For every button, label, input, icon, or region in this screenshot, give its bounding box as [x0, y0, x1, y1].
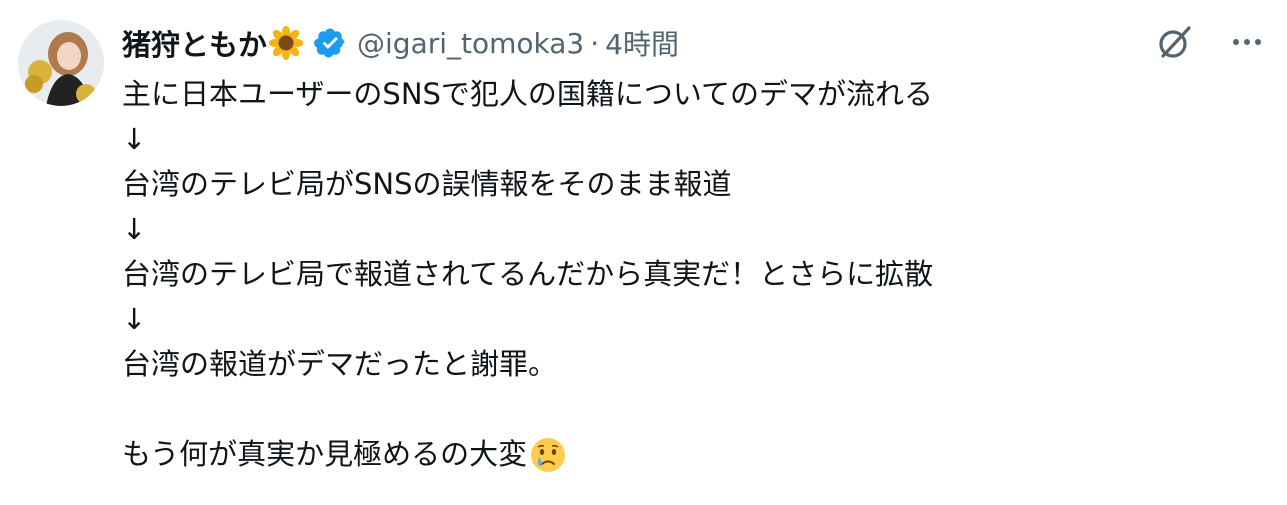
tweet-line: もう何が真実か見極めるの大変 — [122, 437, 528, 471]
tweet-line: ↓ — [122, 302, 147, 336]
post-time[interactable]: 4時間 — [605, 23, 679, 63]
crying-face-icon — [529, 436, 567, 474]
display-name[interactable]: 猪狩ともか — [122, 22, 267, 64]
tweet-line: 台湾のテレビ局がSNSの誤情報をそのまま報道 — [122, 167, 732, 201]
tweet-line: 台湾の報道がデマだったと謝罪。 — [122, 347, 558, 381]
tweet-line: 主に日本ユーザーのSNSで犯人の国籍についてのデマが流れる — [122, 77, 934, 111]
header-separator: · — [590, 26, 600, 60]
user-handle[interactable]: @igari_tomoka3 — [357, 27, 584, 60]
tweet-last-line: もう何が真実か見極めるの大変 — [122, 432, 1242, 477]
header-actions — [1155, 22, 1265, 62]
tweet-text: 主に日本ユーザーのSNSで犯人の国籍についてのデマが流れる ↓ 台湾のテレビ局が… — [122, 72, 1242, 477]
tweet-line: ↓ — [122, 212, 147, 246]
verified-badge-icon[interactable] — [313, 26, 347, 60]
more-options-icon[interactable] — [1229, 24, 1265, 60]
tweet-line: ↓ — [122, 122, 147, 156]
tweet-line: 台湾のテレビ局で報道されてるんだから真実だ！とさらに拡散 — [122, 257, 934, 291]
tweet-card[interactable]: 猪狩ともか @igari_tomoka3 · 4時間 主に日本ユーザーのSNSで… — [0, 0, 1287, 505]
tweet-header: 猪狩ともか @igari_tomoka3 · 4時間 — [122, 20, 679, 66]
grok-icon[interactable] — [1155, 22, 1195, 62]
sunflower-icon — [269, 26, 304, 60]
avatar[interactable] — [18, 20, 104, 106]
